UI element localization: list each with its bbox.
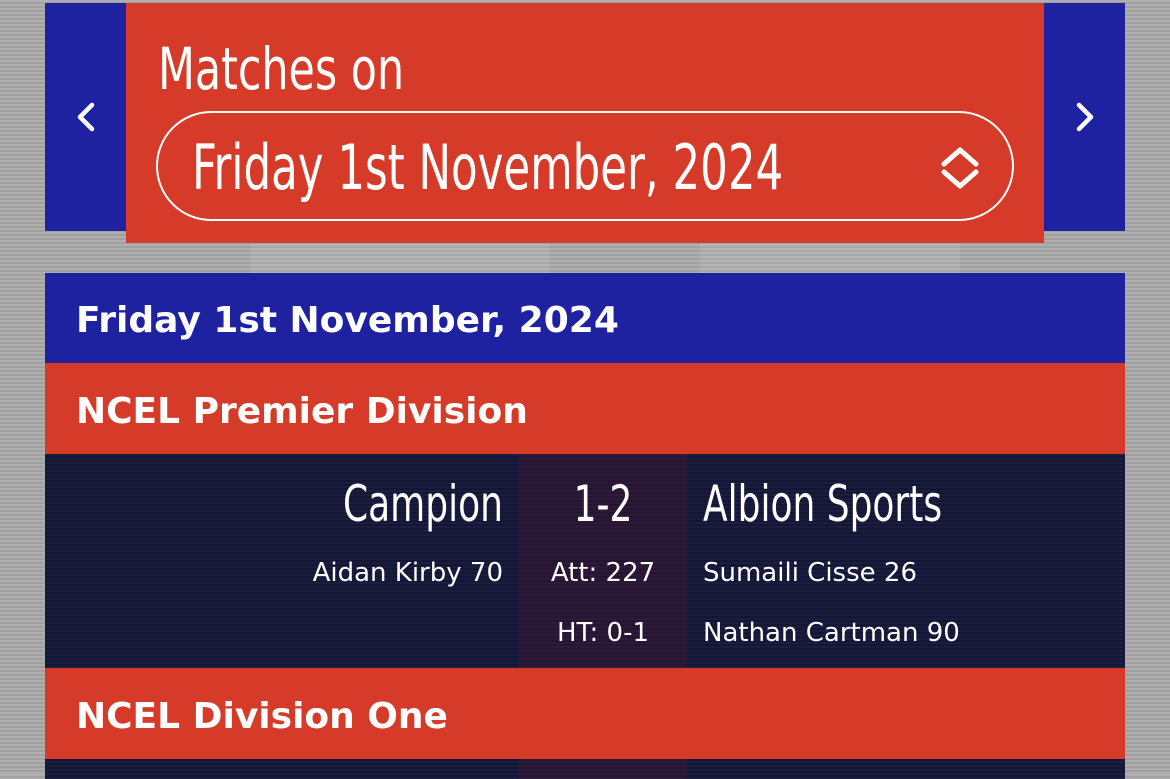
date-select-dropdown[interactable]: Friday 1st November, 2024: [156, 111, 1014, 221]
match-row[interactable]: Campion 1-2 Albion Sports Aidan Kirby 70…: [45, 454, 1125, 668]
date-picker-panel: Matches on Friday 1st November, 2024: [126, 3, 1044, 243]
half-time-score: HT: 0-1: [556, 618, 650, 648]
attendance: Att: 227: [550, 558, 656, 588]
chevron-up-down-icon: [941, 147, 979, 189]
division-header: NCEL Division One: [45, 668, 1125, 759]
home-scorer: Aidan Kirby 70: [312, 558, 503, 588]
selected-date: Friday 1st November, 2024: [192, 131, 784, 204]
away-scorer: Nathan Cartman 90: [703, 618, 960, 648]
chevron-right-icon: [1076, 102, 1093, 132]
fixtures-list: Friday 1st November, 2024 NCEL Premier D…: [45, 273, 1125, 779]
day-header: Friday 1st November, 2024: [45, 273, 1125, 363]
chevron-left-icon: [77, 102, 94, 132]
away-scorer: Sumaili Cisse 26: [703, 558, 917, 588]
away-team-name: Albion Sports: [703, 475, 943, 533]
home-team-name: Campion: [343, 475, 503, 533]
score-column: [519, 759, 687, 779]
match-row[interactable]: [45, 759, 1125, 779]
page-title: Matches on: [158, 35, 405, 103]
previous-day-button[interactable]: [45, 3, 126, 231]
division-header: NCEL Premier Division: [45, 363, 1125, 454]
match-score: 1-2: [573, 475, 633, 533]
next-day-button[interactable]: [1044, 3, 1125, 231]
